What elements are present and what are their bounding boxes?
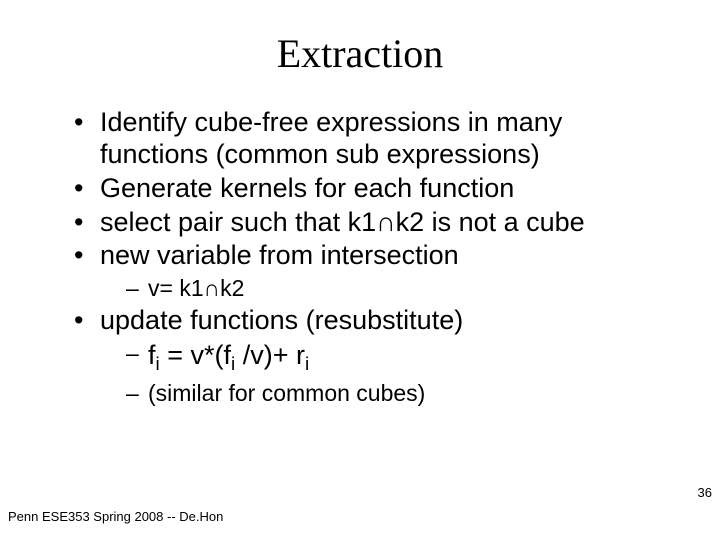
formula-text: f <box>148 340 156 370</box>
sub-bullet-list: fi = v*(fi /v)+ ri (similar for common c… <box>100 339 672 408</box>
intersection-symbol: ∩ <box>204 275 221 301</box>
footer-left: Penn ESE353 Spring 2008 -- De.Hon <box>8 509 223 524</box>
bullet-text: new variable from intersection <box>100 240 459 270</box>
bullet-item: Generate kernels for each function <box>74 173 672 205</box>
sub-bullet-text: (similar for common cubes) <box>148 380 425 406</box>
bullet-text: Identify cube-free expressions in many f… <box>100 107 562 169</box>
bullet-item: update functions (resubstitute) fi = v*(… <box>74 305 672 408</box>
slide-number: 36 <box>698 485 712 500</box>
bullet-text: Generate kernels for each function <box>100 173 514 203</box>
subscript: i <box>305 354 309 375</box>
bullet-item: select pair such that k1∩k2 is not a cub… <box>74 207 672 239</box>
sub-bullet-item: v= k1∩k2 <box>126 274 672 303</box>
sub-bullet-item: fi = v*(fi /v)+ ri <box>126 339 672 377</box>
sub-bullet-text: v= k1 <box>148 275 204 301</box>
bullet-list: Identify cube-free expressions in many f… <box>48 107 672 408</box>
bullet-text: select pair such that k1 <box>100 207 376 237</box>
sub-bullet-text: k2 <box>220 275 244 301</box>
intersection-symbol: ∩ <box>376 207 395 237</box>
formula-text: = v*(f <box>160 340 231 370</box>
slide-content: Identify cube-free expressions in many f… <box>0 107 720 408</box>
slide-title: Extraction <box>0 30 720 77</box>
formula-text: /v)+ r <box>235 340 305 370</box>
subscript: i <box>156 354 160 375</box>
bullet-text: k2 is not a cube <box>396 207 585 237</box>
bullet-item: Identify cube-free expressions in many f… <box>74 107 672 171</box>
sub-bullet-item: (similar for common cubes) <box>126 379 672 408</box>
slide: Extraction Identify cube-free expression… <box>0 0 720 540</box>
sub-bullet-list: v= k1∩k2 <box>100 274 672 303</box>
bullet-text: update functions (resubstitute) <box>100 305 463 335</box>
subscript: i <box>231 354 235 375</box>
bullet-item: new variable from intersection v= k1∩k2 <box>74 240 672 303</box>
